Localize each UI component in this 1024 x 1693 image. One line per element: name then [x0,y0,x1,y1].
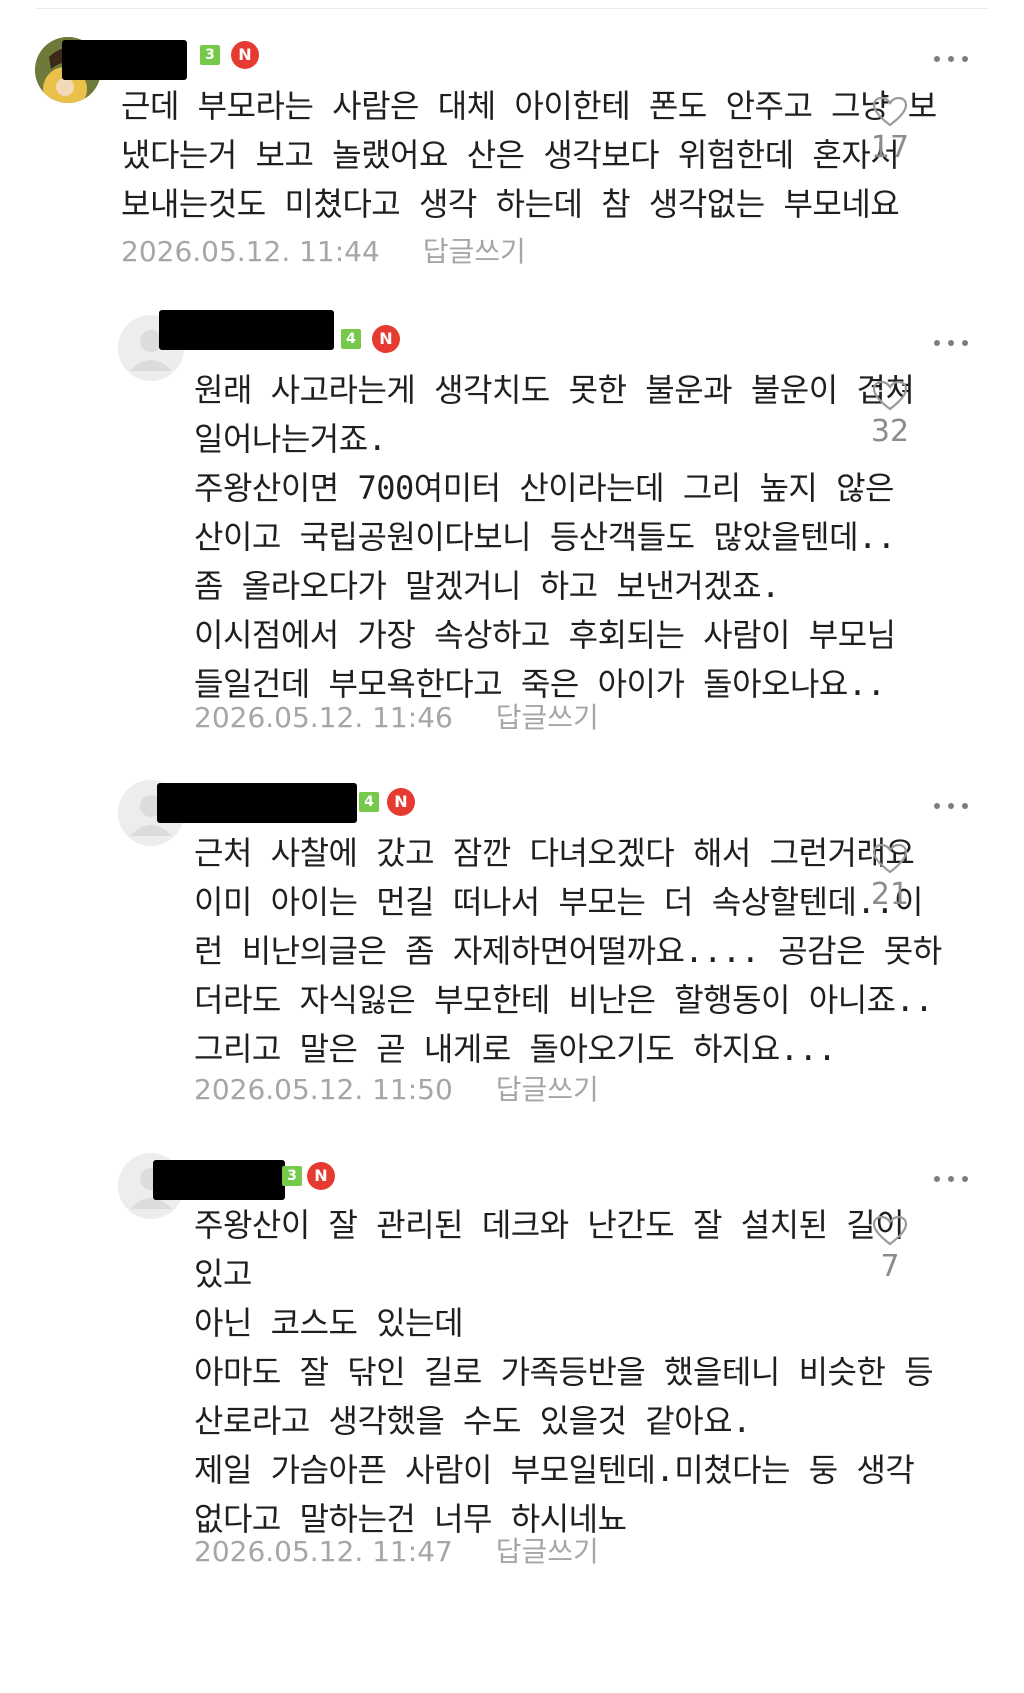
comment-meta: 2026.05.12. 11:44 답글쓰기 [121,230,526,270]
more-dots-icon[interactable] [934,48,974,68]
comment-text: 주왕산이 잘 관리된 데크와 난간도 잘 설치된 길이 있고 아닌 코스도 있는… [194,1206,934,1538]
comment-meta: 2026.05.12. 11:47 답글쓰기 [194,1530,599,1570]
level-badge: 3 [282,1166,302,1186]
comment-timestamp: 2026.05.12. 11:47 [194,1535,453,1568]
comment-text: 근처 사찰에 갔고 잠깐 다녀오겠다 해서 그런거래요 이미 아이는 먼길 떠나… [194,834,942,1068]
more-dots-icon[interactable] [934,1168,974,1188]
top-divider [36,8,988,9]
heart-icon[interactable] [872,843,908,875]
nickname-redacted [157,783,357,823]
comment-text: 원래 사고라는게 생각치도 못한 불운과 불운이 겹쳐 일어나는거죠. 주왕산이… [194,371,915,703]
heart-icon[interactable] [872,380,908,412]
level-badge: 3 [200,45,220,65]
like-count: 32 [870,414,910,449]
reply-button[interactable]: 답글쓰기 [496,701,599,734]
level-badge: 4 [341,329,361,349]
like-count: 7 [880,1249,900,1284]
new-badge: N [387,788,415,816]
new-badge: N [307,1162,335,1190]
nickname-redacted [62,40,187,80]
more-dots-icon[interactable] [934,795,974,815]
comment-timestamp: 2026.05.12. 11:44 [121,235,380,268]
nickname-redacted [159,310,334,350]
heart-icon[interactable] [872,96,908,128]
reply-button[interactable]: 답글쓰기 [423,235,526,268]
comment-text: 근데 부모라는 사람은 대체 아이한테 폰도 안주고 그냥 보 냈다는거 보고 … [121,87,937,223]
heart-icon[interactable] [872,1215,908,1247]
comment-meta: 2026.05.12. 11:50 답글쓰기 [194,1068,599,1108]
like-count: 21 [870,877,910,912]
new-badge: N [372,325,400,353]
level-badge: 4 [359,792,379,812]
like-count: 17 [870,130,910,165]
nickname-redacted [153,1160,285,1200]
comment-timestamp: 2026.05.12. 11:46 [194,701,453,734]
new-badge: N [231,41,259,69]
reply-button[interactable]: 답글쓰기 [496,1535,599,1568]
reply-button[interactable]: 답글쓰기 [496,1073,599,1106]
comment-timestamp: 2026.05.12. 11:50 [194,1073,453,1106]
more-dots-icon[interactable] [934,332,974,352]
comment-meta: 2026.05.12. 11:46 답글쓰기 [194,696,599,736]
